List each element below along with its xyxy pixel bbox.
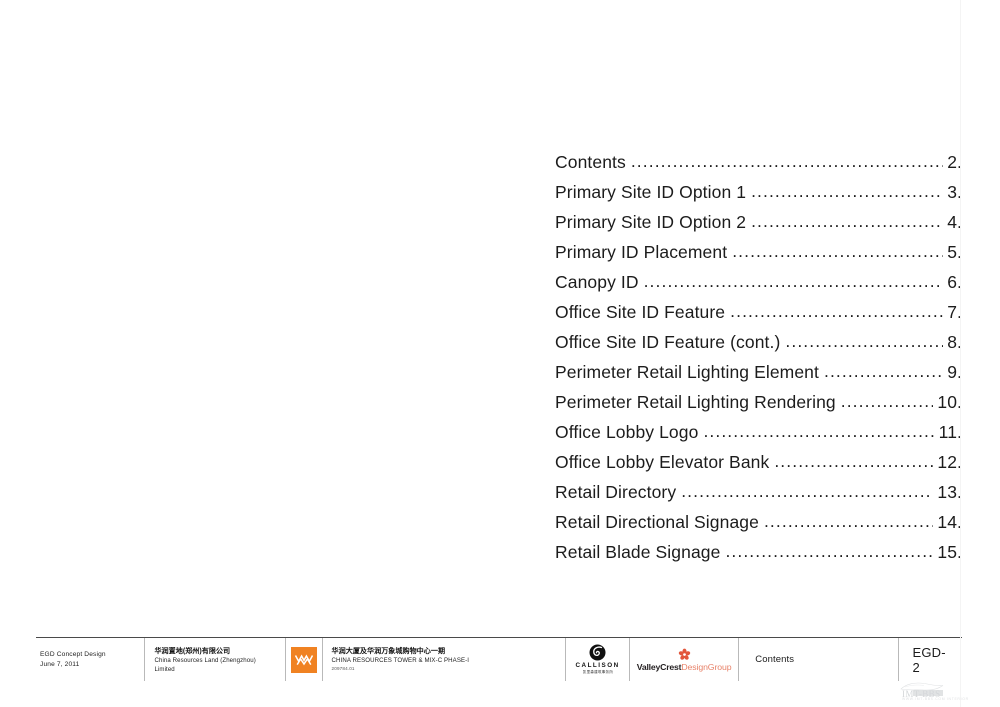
toc-entry-label: Retail Directional Signage <box>555 512 759 532</box>
toc-entry-label: Primary Site ID Option 2 <box>555 212 747 232</box>
footer-project-name-en: CHINA RESOURCES TOWER & MIX-C PHASE-I <box>331 657 470 664</box>
title-block-footer: EGD Concept Design June 7, 2011 华润置地(郑州)… <box>36 637 962 681</box>
footer-client-block: 华润置地(郑州)有限公司 China Resources Land (Zheng… <box>145 638 286 681</box>
toc-entry-page: 13. <box>937 482 962 502</box>
toc-leader-dots: ........................................… <box>763 511 933 531</box>
toc-entry[interactable]: Office Lobby Elevator Bank .............… <box>555 447 962 477</box>
valleycrest-wordmark-primary: ValleyCrest <box>636 661 682 672</box>
toc-entry[interactable]: Canopy ID ..............................… <box>555 267 962 297</box>
footer-client-name-cn: 华润置地(郑州)有限公司 <box>154 646 231 655</box>
callison-wordmark: CALLISON <box>575 662 620 669</box>
toc-entry[interactable]: Retail Directional Signage .............… <box>555 507 962 537</box>
footer-sheet-number-cell: EGD-2 <box>899 638 963 681</box>
callison-circle-mark-icon <box>589 644 606 661</box>
toc-entry[interactable]: Retail Directory .......................… <box>555 477 962 507</box>
toc-entry-label: Retail Directory <box>555 482 677 502</box>
toc-entry[interactable]: Office Lobby Logo ......................… <box>555 417 962 447</box>
footer-sheet-number: EGD-2 <box>912 644 946 675</box>
footer-client-name-en: China Resources Land (Zhengzhou) Limited <box>154 656 256 673</box>
valleycrest-wordmark-secondary: DesignGroup <box>681 661 732 672</box>
china-resources-mark-icon <box>290 646 317 673</box>
toc-entry[interactable]: Perimeter Retail Lighting Element ......… <box>555 357 962 387</box>
footer-sheet-name: Contents <box>755 654 795 665</box>
toc-leader-dots: ........................................… <box>730 301 943 321</box>
footer-issue-title: EGD Concept Design <box>40 651 106 658</box>
footer-valleycrest-logo: ValleyCrestDesignGroup <box>630 638 740 681</box>
toc-leader-dots: ........................................… <box>751 181 943 201</box>
footer-client-logo <box>286 638 323 681</box>
toc-entry-label: Office Site ID Feature <box>555 302 726 322</box>
toc-entry-label: Primary ID Placement <box>555 242 728 262</box>
toc-entry[interactable]: Retail Blade Signage ...................… <box>555 537 962 567</box>
footer-issue-date: June 7, 2011 <box>40 660 80 668</box>
toc-entry-label: Office Site ID Feature (cont.) <box>555 332 781 352</box>
toc-entry-label: Contents <box>555 152 626 172</box>
toc-leader-dots: ........................................… <box>681 481 933 501</box>
toc-entry-label: Perimeter Retail Lighting Element <box>555 362 819 382</box>
toc-entry[interactable]: Primary Site ID Option 2 ...............… <box>555 207 962 237</box>
document-page: Contents ...............................… <box>0 0 962 707</box>
toc-leader-dots: ........................................… <box>703 421 934 441</box>
table-of-contents: Contents ...............................… <box>555 147 962 567</box>
toc-entry-label: Primary Site ID Option 1 <box>555 182 747 202</box>
toc-leader-dots: ........................................… <box>785 331 944 351</box>
toc-entry-label: Office Lobby Elevator Bank <box>555 452 770 472</box>
toc-entry[interactable]: Contents ...............................… <box>555 147 962 177</box>
footer-sheet-name-cell: Contents <box>739 638 899 681</box>
toc-leader-dots: ........................................… <box>725 541 934 561</box>
toc-leader-dots: ........................................… <box>732 241 943 261</box>
toc-leader-dots: ........................................… <box>774 451 934 471</box>
footer-project-number: 209784.01 <box>331 666 355 671</box>
toc-entry-label: Retail Blade Signage <box>555 542 721 562</box>
toc-entry-page: 12. <box>937 452 962 472</box>
toc-entry-label: Canopy ID <box>555 272 639 292</box>
toc-entry-page: 14. <box>937 512 962 532</box>
valleycrest-wordmark: ValleyCrestDesignGroup <box>636 661 732 672</box>
footer-callison-logo: CALLISON 凯里森建筑事务所 <box>566 638 630 681</box>
toc-leader-dots: ........................................… <box>751 211 943 231</box>
footer-issue-block: EGD Concept Design June 7, 2011 <box>36 638 146 681</box>
toc-leader-dots: ........................................… <box>643 271 944 291</box>
toc-leader-dots: ........................................… <box>630 151 944 171</box>
toc-entry-label: Office Lobby Logo <box>555 422 699 442</box>
toc-leader-dots: ........................................… <box>823 361 944 381</box>
footer-project-name-cn: 华润大厦及华润万象城购物中心一期 <box>331 647 446 655</box>
toc-entry-page: 11. <box>938 422 962 442</box>
toc-leader-dots: ........................................… <box>840 391 934 411</box>
valleycrest-flower-mark-icon <box>678 648 691 661</box>
footer-project-block: 华润大厦及华润万象城购物中心一期 CHINA RESOURCES TOWER &… <box>323 638 567 681</box>
toc-entry[interactable]: Primary Site ID Option 1 ...............… <box>555 177 962 207</box>
toc-entry-page: 15. <box>937 542 962 562</box>
toc-entry[interactable]: Primary ID Placement ...................… <box>555 237 962 267</box>
page-edge <box>960 0 961 707</box>
toc-entry[interactable]: Office Site ID Feature .................… <box>555 297 962 327</box>
toc-entry[interactable]: Perimeter Retail Lighting Rendering ....… <box>555 387 962 417</box>
callison-wordmark-cn: 凯里森建筑事务所 <box>582 670 613 674</box>
toc-entry-label: Perimeter Retail Lighting Rendering <box>555 392 836 412</box>
toc-entry[interactable]: Office Site ID Feature (cont.) .........… <box>555 327 962 357</box>
toc-entry-page: 10. <box>937 392 962 412</box>
